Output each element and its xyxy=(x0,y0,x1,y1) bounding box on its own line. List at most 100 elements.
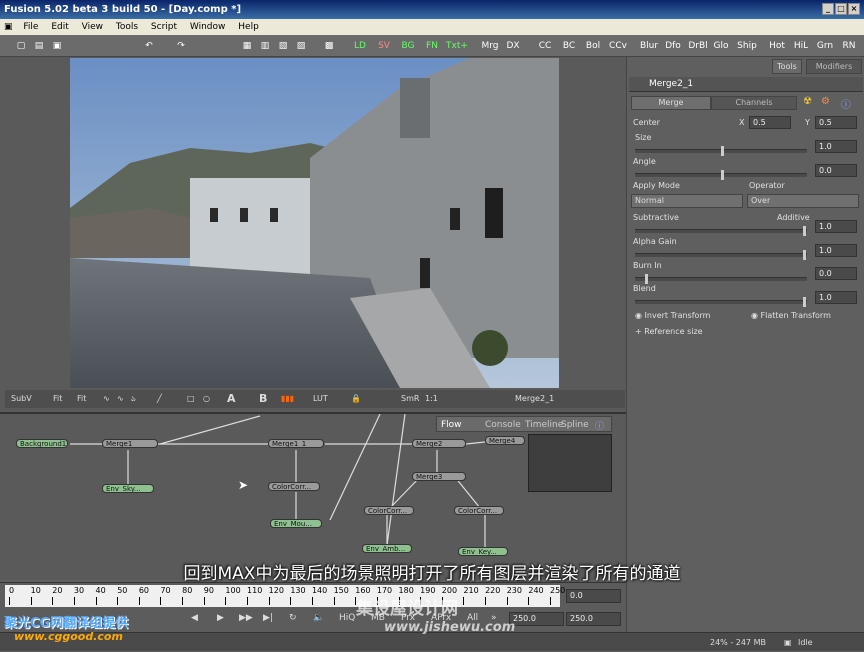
node-merge2[interactable]: Merge2 xyxy=(412,439,466,448)
alpha-gain-input[interactable]: 1.0 xyxy=(815,244,857,257)
image-viewer[interactable]: SubV Fit Fit ∿ ∿ ঌ ╱ □ ○ A B ▮▮▮ LUT 🔒 S… xyxy=(0,57,626,412)
subtab-channels[interactable]: Channels xyxy=(711,96,797,110)
angle-slider[interactable] xyxy=(635,170,807,180)
tab-tools[interactable]: Tools xyxy=(772,59,802,74)
tool-fn[interactable]: FN xyxy=(424,38,440,54)
smr-button[interactable]: SmR xyxy=(401,390,419,408)
menu-tools[interactable]: Tools xyxy=(116,22,138,32)
save-icon[interactable]: ▣ xyxy=(50,38,64,54)
additive-slider-thumb[interactable] xyxy=(803,226,806,236)
rectangle-icon[interactable]: □ xyxy=(187,390,195,408)
alpha-gain-slider[interactable] xyxy=(635,250,807,260)
tool-sv[interactable]: SV xyxy=(376,38,392,54)
tab-modifiers[interactable]: Modifiers xyxy=(806,59,862,74)
layout5-icon[interactable]: ▩ xyxy=(322,38,336,54)
fast-forward-icon[interactable]: ▶▶ xyxy=(239,613,253,623)
current-time-input[interactable]: 0.0 xyxy=(566,589,621,603)
size-slider-thumb[interactable] xyxy=(721,146,724,156)
info-icon[interactable]: ⓘ xyxy=(841,96,851,111)
center-y-input[interactable]: 0.5 xyxy=(815,116,857,129)
tool-bc[interactable]: BC xyxy=(560,38,578,54)
node-header[interactable]: Merge2_1 xyxy=(629,77,863,92)
burn-in-input[interactable]: 0.0 xyxy=(815,267,857,280)
new-icon[interactable]: ▢ xyxy=(14,38,28,54)
flow-editor[interactable]: Flow Console Timeline Spline ⓘ Backgroun… xyxy=(0,412,626,580)
lock-icon[interactable]: 🔒 xyxy=(351,390,361,408)
subview-button[interactable]: SubV xyxy=(11,390,32,408)
menu-file[interactable]: File xyxy=(23,22,38,32)
layout4-icon[interactable]: ▨ xyxy=(294,38,308,54)
angle-slider-thumb[interactable] xyxy=(721,170,724,180)
layout2-icon[interactable]: ▥ xyxy=(258,38,272,54)
play-icon[interactable]: ▶ xyxy=(217,613,224,623)
burn-in-slider[interactable] xyxy=(635,274,807,284)
angle-input[interactable]: 0.0 xyxy=(815,164,857,177)
additive-slider[interactable] xyxy=(635,226,807,236)
redo-icon[interactable]: ↷ xyxy=(174,38,188,54)
maximize-button[interactable]: □ xyxy=(835,3,847,15)
hiq-button[interactable]: HiQ xyxy=(339,613,355,623)
tool-drbl[interactable]: DrBl xyxy=(688,38,708,54)
tool-bol[interactable]: Bol xyxy=(584,38,602,54)
tool-grn[interactable]: Grn xyxy=(816,38,834,54)
apply-mode-dropdown[interactable]: Normal xyxy=(631,194,743,208)
blend-slider[interactable] xyxy=(635,297,807,307)
color-channels-icon[interactable]: ▮▮▮ xyxy=(281,390,294,408)
tool-mrg[interactable]: Mrg xyxy=(480,38,500,54)
menu-script[interactable]: Script xyxy=(151,22,177,32)
one-to-one-button[interactable]: 1:1 xyxy=(425,390,438,408)
node-colorcorrector-1[interactable]: ColorCorr... xyxy=(268,482,320,491)
node-colorcorrector-3[interactable]: ColorCorr... xyxy=(454,506,504,515)
lut-button[interactable]: LUT xyxy=(313,390,328,408)
undo-icon[interactable]: ↶ xyxy=(142,38,156,54)
node-env-sky[interactable]: Env_Sky... xyxy=(102,484,154,493)
blend-input[interactable]: 1.0 xyxy=(815,291,857,304)
tool-dx[interactable]: DX xyxy=(504,38,522,54)
tool-cc[interactable]: CC xyxy=(536,38,554,54)
additive-input[interactable]: 1.0 xyxy=(815,220,857,233)
reference-size-expander[interactable]: + Reference size xyxy=(635,327,703,336)
tool-glo[interactable]: Glo xyxy=(712,38,730,54)
tool-hil[interactable]: HiL xyxy=(792,38,810,54)
audio-icon[interactable]: 🔈 xyxy=(313,613,324,623)
node-background1[interactable]: Background1 xyxy=(16,439,68,448)
tool-ccv[interactable]: CCv xyxy=(608,38,628,54)
polyline-icon[interactable]: ∿ xyxy=(103,390,110,408)
size-input[interactable]: 1.0 xyxy=(815,140,857,153)
layout-icon[interactable]: ▦ xyxy=(240,38,254,54)
loop-icon[interactable]: ↻ xyxy=(289,613,297,623)
minimize-button[interactable]: _ xyxy=(822,3,834,15)
node-colorcorrector-2[interactable]: ColorCorr... xyxy=(364,506,414,515)
tool-txt[interactable]: Txt+ xyxy=(446,38,468,54)
menu-edit[interactable]: Edit xyxy=(51,22,68,32)
node-env-ambient[interactable]: Env_Amb... xyxy=(362,544,412,553)
fit-button-2[interactable]: Fit xyxy=(77,390,86,408)
bspline-icon[interactable]: ∿ xyxy=(117,390,124,408)
next-frame-icon[interactable]: ▶| xyxy=(263,613,273,623)
invert-transform-checkbox[interactable]: ◉ Invert Transform xyxy=(635,311,710,320)
layout3-icon[interactable]: ▧ xyxy=(276,38,290,54)
tool-ld[interactable]: LD xyxy=(352,38,368,54)
brush-icon[interactable]: ╱ xyxy=(157,390,162,408)
tool-blur[interactable]: Blur xyxy=(640,38,658,54)
view-a-button[interactable]: A xyxy=(227,390,236,408)
menu-help[interactable]: Help xyxy=(238,22,259,32)
render-end-input[interactable]: 250.0 xyxy=(509,612,564,626)
tool-dfo[interactable]: Dfo xyxy=(664,38,682,54)
tool-hot[interactable]: Hot xyxy=(768,38,786,54)
node-merge3[interactable]: Merge3 xyxy=(412,472,466,481)
menu-view[interactable]: View xyxy=(82,22,103,32)
menu-window[interactable]: Window xyxy=(190,22,226,32)
radiation-icon[interactable]: ☢ xyxy=(803,96,812,107)
tool-bg[interactable]: BG xyxy=(400,38,416,54)
tool-ship[interactable]: Ship xyxy=(736,38,758,54)
node-env-key[interactable]: Env_Key... xyxy=(458,547,508,556)
center-x-input[interactable]: 0.5 xyxy=(749,116,791,129)
fit-button[interactable]: Fit xyxy=(53,390,62,408)
open-icon[interactable]: ▤ xyxy=(32,38,46,54)
end-time-input[interactable]: 250.0 xyxy=(566,612,621,626)
burn-in-slider-thumb[interactable] xyxy=(645,274,648,284)
prev-frame-icon[interactable]: ◀ xyxy=(191,613,198,623)
flatten-transform-checkbox[interactable]: ◉ Flatten Transform xyxy=(751,311,831,320)
paint-icon[interactable]: ঌ xyxy=(131,390,136,408)
